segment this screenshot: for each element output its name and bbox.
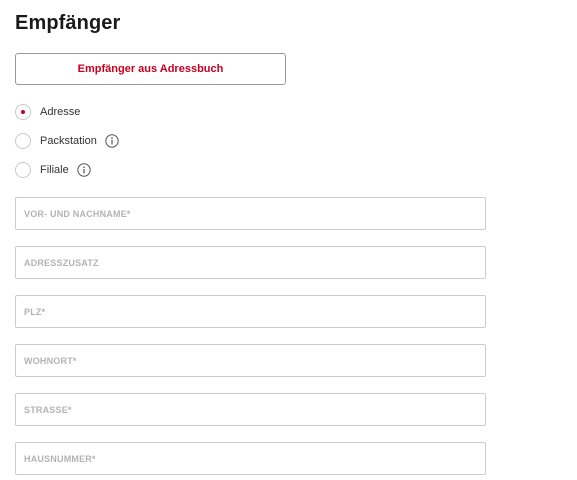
radio-label-packstation: Packstation xyxy=(40,135,97,147)
city-field[interactable] xyxy=(15,344,486,377)
full-name-field[interactable] xyxy=(15,197,486,230)
page-title: Empfänger xyxy=(15,12,121,34)
house-number-field[interactable] xyxy=(15,442,486,475)
info-icon[interactable] xyxy=(105,134,119,148)
postal-code-field[interactable] xyxy=(15,295,486,328)
recipient-type-radio-group: Adresse Packstation Filiale xyxy=(15,102,119,189)
radio-button-filiale[interactable] xyxy=(15,162,31,178)
radio-label-adresse: Adresse xyxy=(40,106,81,118)
address-supplement-field[interactable] xyxy=(15,246,486,279)
radio-option-adresse[interactable]: Adresse xyxy=(15,102,119,122)
radio-option-packstation[interactable]: Packstation xyxy=(15,131,119,151)
radio-label-filiale: Filiale xyxy=(40,164,69,176)
radio-option-filiale[interactable]: Filiale xyxy=(15,160,119,180)
radio-button-adresse[interactable] xyxy=(15,104,31,120)
street-field[interactable] xyxy=(15,393,486,426)
radio-button-packstation[interactable] xyxy=(15,133,31,149)
recipient-from-addressbook-button[interactable]: Empfänger aus Adressbuch xyxy=(15,53,286,85)
info-icon[interactable] xyxy=(77,163,91,177)
